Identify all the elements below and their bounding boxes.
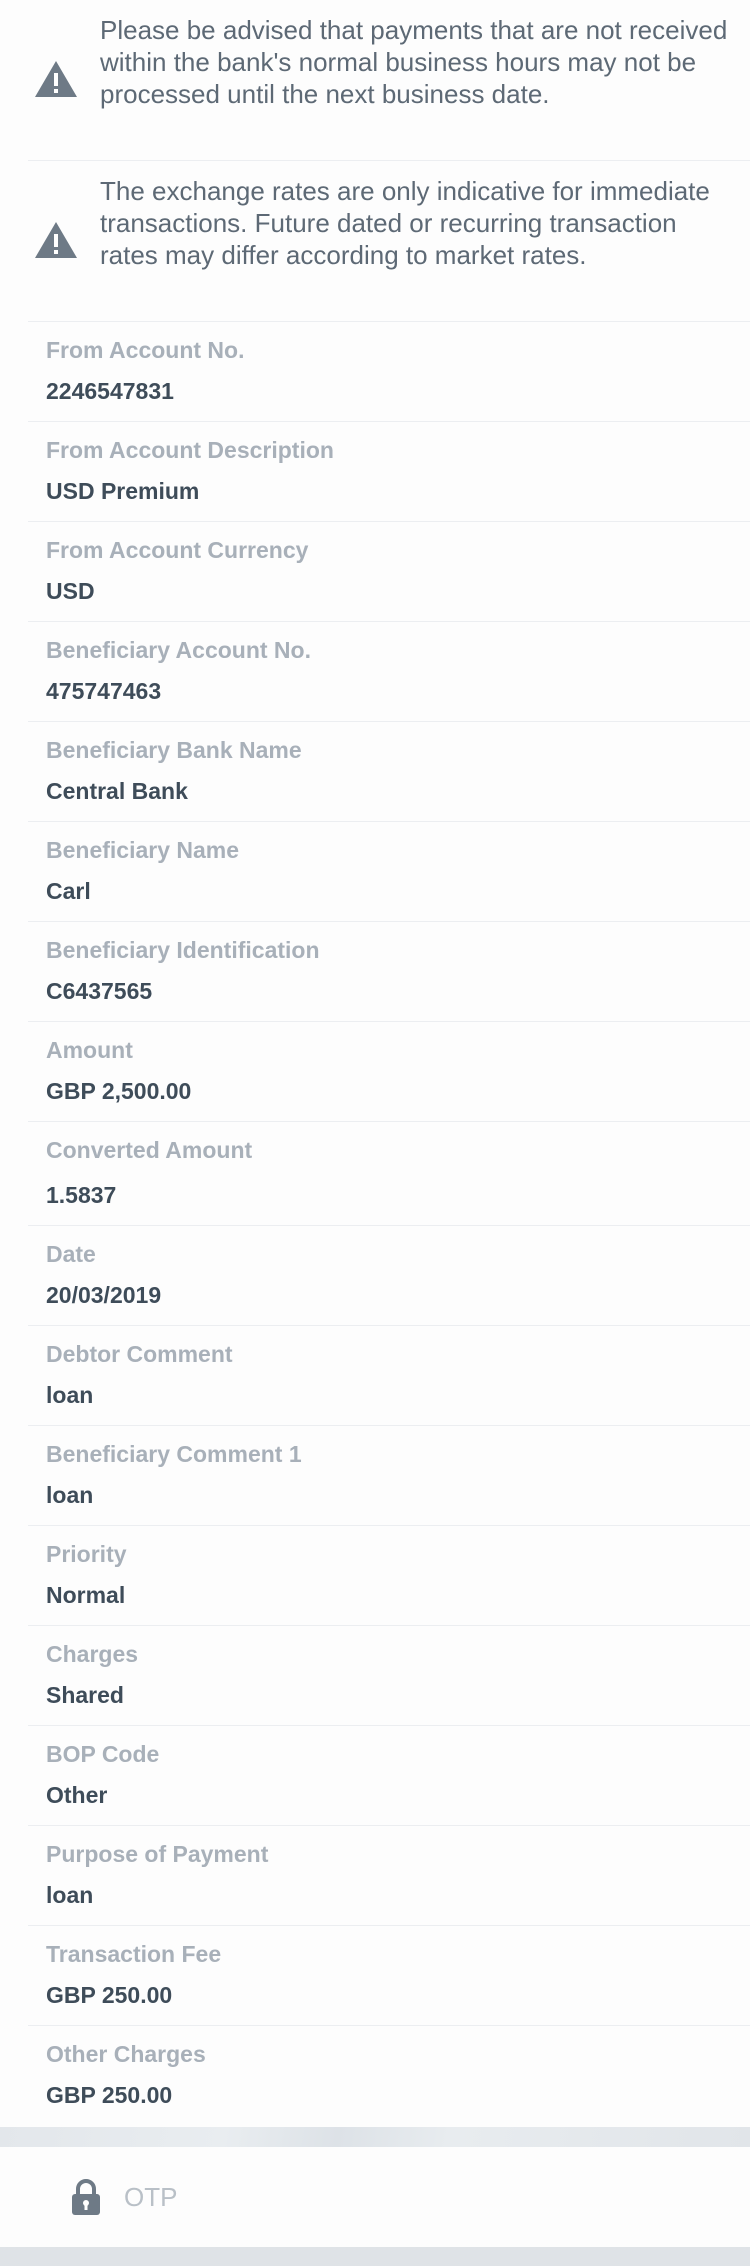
field-label: Other Charges bbox=[46, 2041, 206, 2067]
field-purpose-of-payment: Purpose of Payment loan bbox=[28, 1826, 750, 1926]
field-label: Charges bbox=[46, 1641, 139, 1667]
notice-exchange-rates: The exchange rates are only indicative f… bbox=[28, 161, 750, 322]
field-label: From Account No. bbox=[46, 337, 245, 363]
field-value: loan bbox=[46, 1482, 94, 1508]
field-bop-code: BOP Code Other bbox=[28, 1726, 750, 1826]
transfer-details-card: Please be advised that payments that are… bbox=[0, 0, 750, 2127]
field-label: Amount bbox=[46, 1037, 133, 1063]
warning-icon bbox=[35, 61, 77, 97]
field-label: Beneficiary Identification bbox=[46, 937, 320, 963]
field-value: USD bbox=[46, 578, 95, 604]
field-label: Beneficiary Bank Name bbox=[46, 737, 302, 763]
field-value: GBP 250.00 bbox=[46, 2082, 173, 2108]
field-label: Transaction Fee bbox=[46, 1941, 222, 1967]
field-converted-amount: Converted Amount 1.5837 bbox=[28, 1122, 750, 1226]
warning-icon bbox=[35, 222, 77, 258]
field-value: USD Premium bbox=[46, 478, 200, 504]
field-from-account-no: From Account No. 2246547831 bbox=[28, 322, 750, 422]
field-label: Priority bbox=[46, 1541, 127, 1567]
field-label: From Account Currency bbox=[46, 537, 309, 563]
notice-text: Please be advised that payments that are… bbox=[100, 15, 728, 109]
field-beneficiary-comment-1: Beneficiary Comment 1 loan bbox=[28, 1426, 750, 1526]
field-value: loan bbox=[46, 1882, 94, 1908]
field-value: GBP 250.00 bbox=[46, 1982, 173, 2008]
field-value: Carl bbox=[46, 878, 91, 904]
field-label: Converted Amount bbox=[46, 1137, 253, 1163]
transfer-review-page: Please be advised that payments that are… bbox=[0, 0, 750, 2266]
notice-business-hours: Please be advised that payments that are… bbox=[28, 0, 750, 161]
field-value: 2246547831 bbox=[46, 378, 174, 404]
field-label: Date bbox=[46, 1241, 96, 1267]
bottom-strip bbox=[0, 2247, 750, 2266]
field-beneficiary-bank-name: Beneficiary Bank Name Central Bank bbox=[28, 722, 750, 822]
field-label: Beneficiary Account No. bbox=[46, 637, 311, 663]
field-value: Central Bank bbox=[46, 778, 188, 804]
notice-text: The exchange rates are only indicative f… bbox=[100, 176, 710, 270]
field-from-account-currency: From Account Currency USD bbox=[28, 522, 750, 622]
field-label: Beneficiary Comment 1 bbox=[46, 1441, 302, 1467]
field-value: GBP 2,500.00 bbox=[46, 1078, 192, 1104]
field-label: Purpose of Payment bbox=[46, 1841, 269, 1867]
field-label: From Account Description bbox=[46, 437, 334, 463]
field-value: C6437565 bbox=[46, 978, 153, 1004]
field-value: 20/03/2019 bbox=[46, 1282, 162, 1308]
field-debtor-comment: Debtor Comment loan bbox=[28, 1326, 750, 1426]
field-charges: Charges Shared bbox=[28, 1626, 750, 1726]
field-beneficiary-identification: Beneficiary Identification C6437565 bbox=[28, 922, 750, 1022]
field-value: loan bbox=[46, 1382, 94, 1408]
field-label: BOP Code bbox=[46, 1741, 160, 1767]
field-value: 1.5837 bbox=[46, 1182, 117, 1208]
field-beneficiary-name: Beneficiary Name Carl bbox=[28, 822, 750, 922]
field-value: 475747463 bbox=[46, 678, 162, 704]
field-date: Date 20/03/2019 bbox=[28, 1226, 750, 1326]
otp-bar bbox=[0, 2147, 750, 2247]
field-from-account-description: From Account Description USD Premium bbox=[28, 422, 750, 522]
lock-icon bbox=[72, 2179, 100, 2215]
field-priority: Priority Normal bbox=[28, 1526, 750, 1626]
field-other-charges: Other Charges GBP 250.00 bbox=[28, 2026, 750, 2126]
background-strip bbox=[0, 2127, 750, 2147]
field-label: Debtor Comment bbox=[46, 1341, 233, 1367]
otp-input[interactable] bbox=[124, 2173, 704, 2221]
field-label: Beneficiary Name bbox=[46, 837, 240, 863]
field-value: Other bbox=[46, 1782, 108, 1808]
field-value: Shared bbox=[46, 1682, 124, 1708]
field-value: Normal bbox=[46, 1582, 126, 1608]
field-transaction-fee: Transaction Fee GBP 250.00 bbox=[28, 1926, 750, 2026]
field-beneficiary-account-no: Beneficiary Account No. 475747463 bbox=[28, 622, 750, 722]
field-amount: Amount GBP 2,500.00 bbox=[28, 1022, 750, 1122]
